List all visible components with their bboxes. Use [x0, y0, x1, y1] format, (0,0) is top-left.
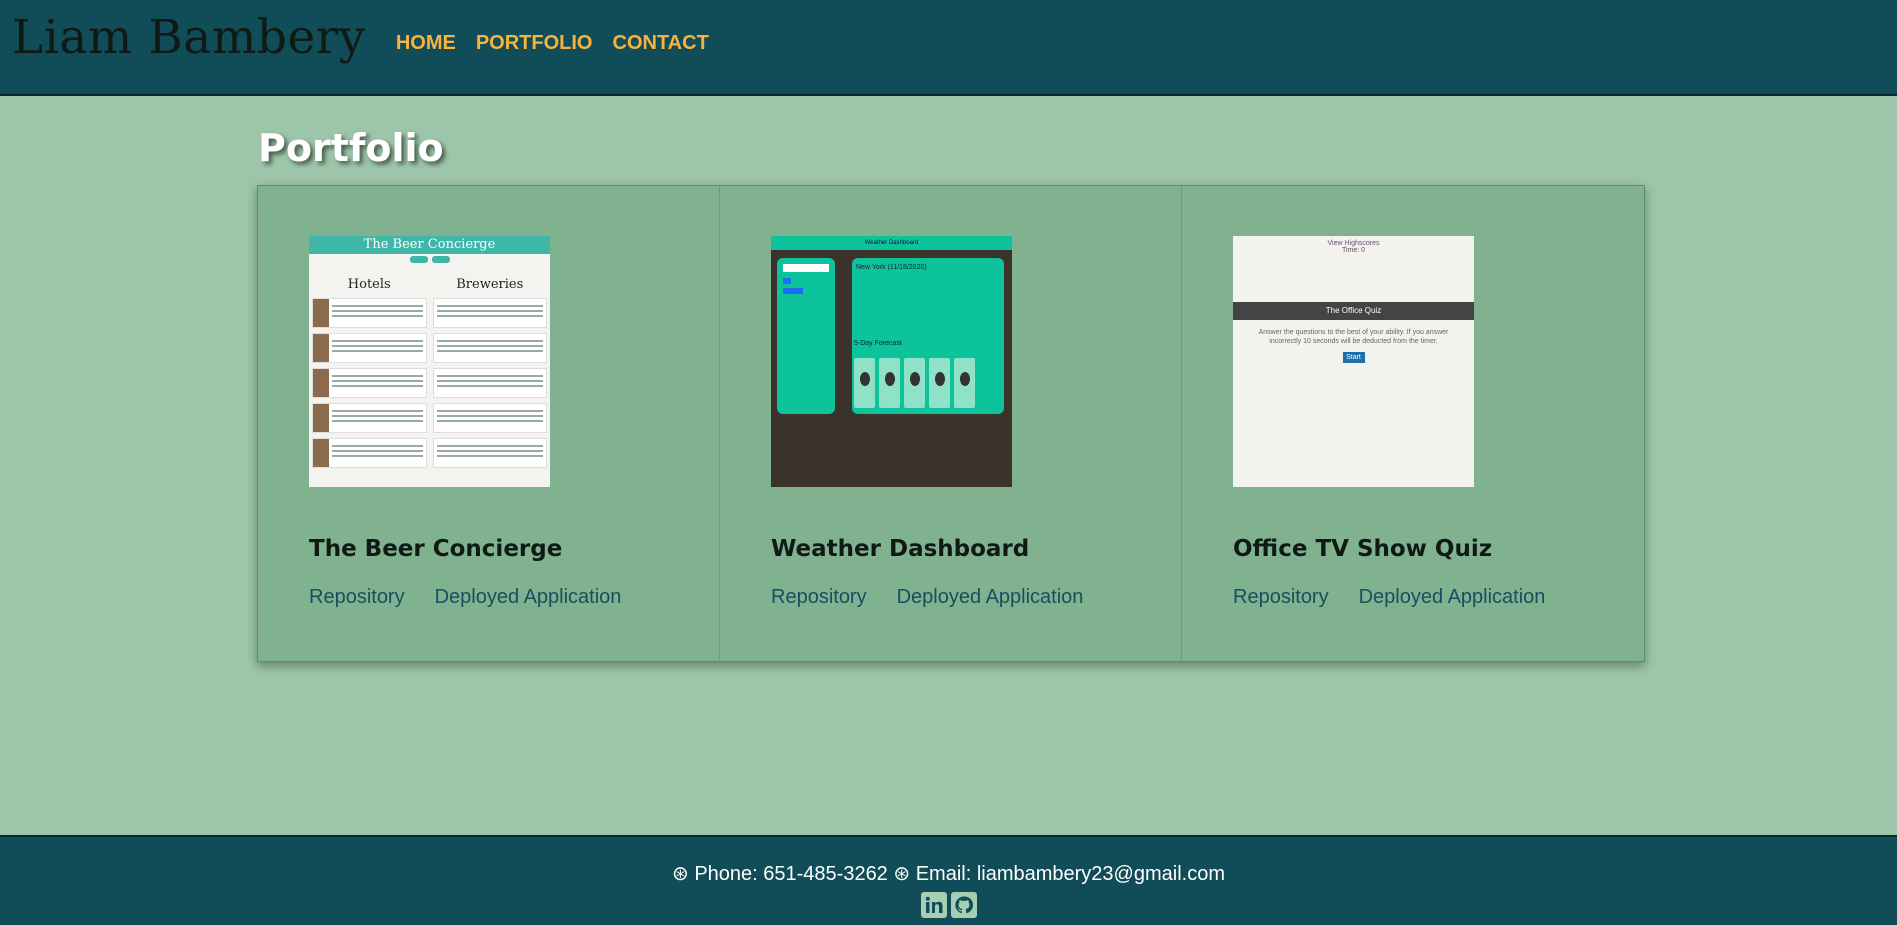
project-title: Weather Dashboard: [771, 536, 1030, 562]
brand-name: Liam Bambery: [12, 10, 366, 65]
asterisk-icon: ⊛: [671, 863, 689, 885]
thumb-columns: Hotels Breweries: [309, 277, 550, 473]
project-card-office-quiz: View Highscores Time: 0 The Office Quiz …: [1182, 186, 1644, 661]
thumb-buttons: [309, 256, 550, 263]
deployed-application-link[interactable]: Deployed Application: [1359, 586, 1546, 609]
repository-link[interactable]: Repository: [771, 586, 867, 609]
thumb-weather-panel: New York (11/18/2020) 5-Day Forecast: [852, 258, 1004, 414]
deployed-application-link[interactable]: Deployed Application: [435, 586, 622, 609]
project-screenshot[interactable]: View Highscores Time: 0 The Office Quiz …: [1233, 236, 1474, 487]
site-header: Liam Bambery HOME PORTFOLIO CONTACT: [0, 0, 1897, 96]
phone-text: Phone: 651-485-3262: [694, 863, 888, 885]
nav-home-link[interactable]: HOME: [396, 32, 456, 55]
linkedin-icon[interactable]: [920, 892, 947, 918]
asterisk-icon: ⊛: [893, 863, 911, 885]
contact-line: ⊛ Phone: 651-485-3262 ⊛ Email: liambambe…: [0, 861, 1897, 886]
project-links: Repository Deployed Application: [1233, 586, 1545, 609]
repository-link[interactable]: Repository: [1233, 586, 1329, 609]
page-title: Portfolio: [258, 126, 444, 170]
nav-contact-link[interactable]: CONTACT: [613, 32, 709, 55]
main-nav: HOME PORTFOLIO CONTACT: [396, 32, 709, 55]
site-footer: ⊛ Phone: 651-485-3262 ⊛ Email: liambambe…: [0, 835, 1897, 925]
thumb-start-button: Start: [1342, 352, 1365, 363]
thumb-city: New York (11/18/2020): [856, 264, 927, 271]
thumb-forecast-label: 5-Day Forecast: [854, 340, 902, 347]
thumb-quiz-title: The Office Quiz: [1233, 302, 1474, 320]
thumb-highscores-link: View Highscores: [1327, 240, 1380, 247]
thumb-column-heading: Hotels: [347, 277, 391, 292]
thumb-timer: Time: 0: [1341, 247, 1366, 254]
project-screenshot[interactable]: Weather Dashboard New York (11/18/2020) …: [771, 236, 1012, 487]
thumb-app-title: The Beer Concierge: [309, 236, 550, 254]
social-links: [0, 892, 1897, 918]
project-title: The Beer Concierge: [309, 536, 563, 562]
project-links: Repository Deployed Application: [309, 586, 621, 609]
github-icon[interactable]: [950, 892, 977, 918]
nav-portfolio-link[interactable]: PORTFOLIO: [476, 32, 593, 55]
project-links: Repository Deployed Application: [771, 586, 1083, 609]
thumb-app-title: Weather Dashboard: [771, 236, 1012, 250]
project-title: Office TV Show Quiz: [1233, 536, 1493, 562]
email-text[interactable]: Email: liambambery23@gmail.com: [916, 863, 1225, 885]
project-screenshot[interactable]: The Beer Concierge Hotels Breweries: [309, 236, 550, 487]
deployed-application-link[interactable]: Deployed Application: [897, 586, 1084, 609]
project-card-weather-dashboard: Weather Dashboard New York (11/18/2020) …: [720, 186, 1182, 661]
repository-link[interactable]: Repository: [309, 586, 405, 609]
thumb-instructions: Answer the questions to the best of your…: [1258, 329, 1449, 345]
project-card-beer-concierge: The Beer Concierge Hotels Breweries The …: [258, 186, 720, 661]
thumb-column-heading: Breweries: [456, 277, 524, 292]
thumb-search-panel: [777, 258, 835, 414]
portfolio-panel: The Beer Concierge Hotels Breweries The …: [257, 185, 1645, 662]
